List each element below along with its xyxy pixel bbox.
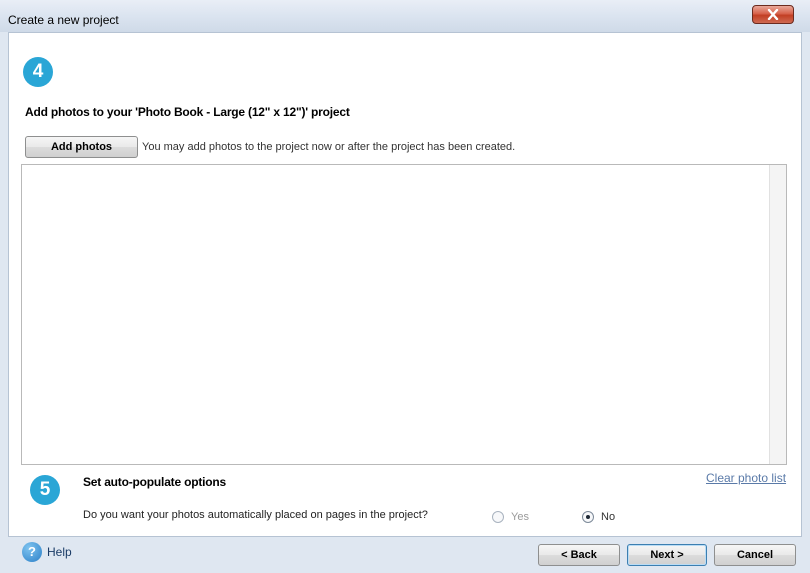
dialog-content: 4 Add photos to your 'Photo Book - Large… (8, 32, 802, 537)
radio-no[interactable]: No (582, 511, 615, 523)
radio-no-label: No (601, 511, 616, 523)
photo-list[interactable] (21, 164, 787, 465)
help-icon: ? (22, 542, 42, 562)
auto-populate-question: Do you want your photos automatically pl… (83, 509, 428, 521)
close-icon (767, 9, 779, 20)
add-photos-button[interactable]: Add photos (25, 136, 138, 158)
help-label: Help (47, 545, 72, 559)
clear-photo-list-link[interactable]: Clear photo list (706, 471, 786, 485)
radio-yes[interactable]: Yes (492, 511, 529, 523)
add-photos-note: You may add photos to the project now or… (142, 141, 516, 153)
help-link[interactable]: ? Help (22, 542, 72, 562)
step-4-badge: 4 (23, 57, 53, 87)
step-5-heading: Set auto-populate options (83, 475, 226, 489)
cancel-button[interactable]: Cancel (714, 544, 796, 566)
dialog-footer: ? Help < Back Next > Cancel (0, 537, 810, 573)
close-button[interactable] (752, 5, 794, 24)
photo-list-scrollbar[interactable] (769, 165, 786, 464)
radio-yes-label: Yes (511, 511, 529, 523)
window-title: Create a new project (8, 13, 119, 27)
next-button[interactable]: Next > (627, 544, 707, 566)
dialog-window: Create a new project 4 Add photos to you… (0, 0, 810, 573)
radio-yes-circle (492, 511, 504, 523)
radio-no-circle (582, 511, 594, 523)
back-button[interactable]: < Back (538, 544, 620, 566)
step-4-heading: Add photos to your 'Photo Book - Large (… (25, 105, 350, 119)
step-5-badge: 5 (30, 475, 60, 505)
title-bar[interactable]: Create a new project (0, 0, 810, 32)
